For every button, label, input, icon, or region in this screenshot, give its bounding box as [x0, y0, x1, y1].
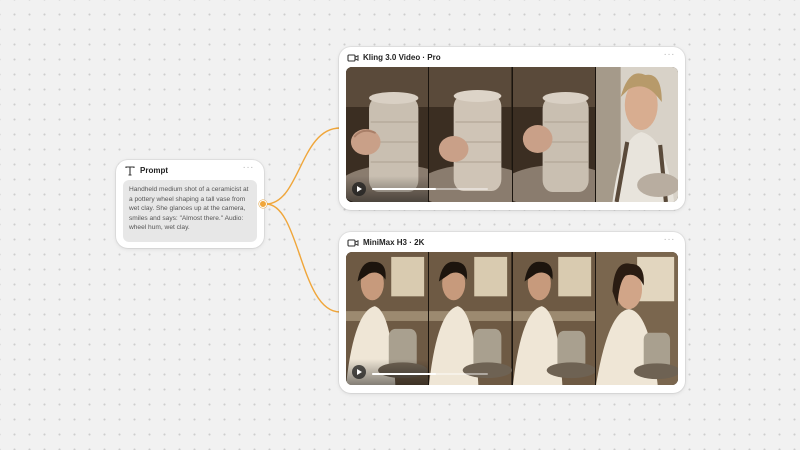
prompt-node-title: Prompt	[140, 166, 168, 175]
video-frame	[429, 252, 513, 385]
video-preview[interactable]	[346, 252, 678, 385]
video-node-title: Kling 3.0 Video · Pro	[363, 53, 441, 62]
video-node-kling[interactable]: Kling 3.0 Video · Pro ···	[339, 47, 685, 210]
video-frame	[595, 67, 678, 202]
video-progress-bar[interactable]	[372, 188, 488, 190]
video-camera-icon	[347, 54, 359, 62]
connector-prompt-to-minimax	[265, 203, 341, 313]
play-button[interactable]	[352, 365, 366, 379]
video-progress-bar[interactable]	[372, 373, 488, 375]
video-progress-fill	[372, 373, 436, 375]
more-options-icon[interactable]: ···	[243, 162, 255, 174]
video-progress-fill	[372, 188, 436, 190]
video-camera-icon	[347, 239, 359, 247]
video-frame	[429, 67, 513, 202]
text-icon	[125, 166, 135, 176]
video-node-title: MiniMax H3 · 2K	[363, 238, 425, 247]
video-frame	[595, 252, 678, 385]
video-frame	[512, 67, 596, 202]
video-frame	[346, 252, 430, 385]
play-button[interactable]	[352, 182, 366, 196]
video-node-minimax[interactable]: MiniMax H3 · 2K ···	[339, 232, 685, 393]
video-frame	[512, 252, 596, 385]
output-port[interactable]	[259, 200, 267, 208]
prompt-text[interactable]: Handheld medium shot of a ceramicist at …	[123, 180, 257, 242]
more-options-icon[interactable]: ···	[664, 49, 676, 61]
video-preview[interactable]	[346, 67, 678, 202]
video-frame	[346, 67, 430, 202]
more-options-icon[interactable]: ···	[664, 234, 676, 246]
video-player-controls	[346, 359, 429, 385]
prompt-node[interactable]: Prompt ··· Handheld medium shot of a cer…	[116, 160, 267, 248]
connector-prompt-to-kling	[265, 127, 341, 205]
